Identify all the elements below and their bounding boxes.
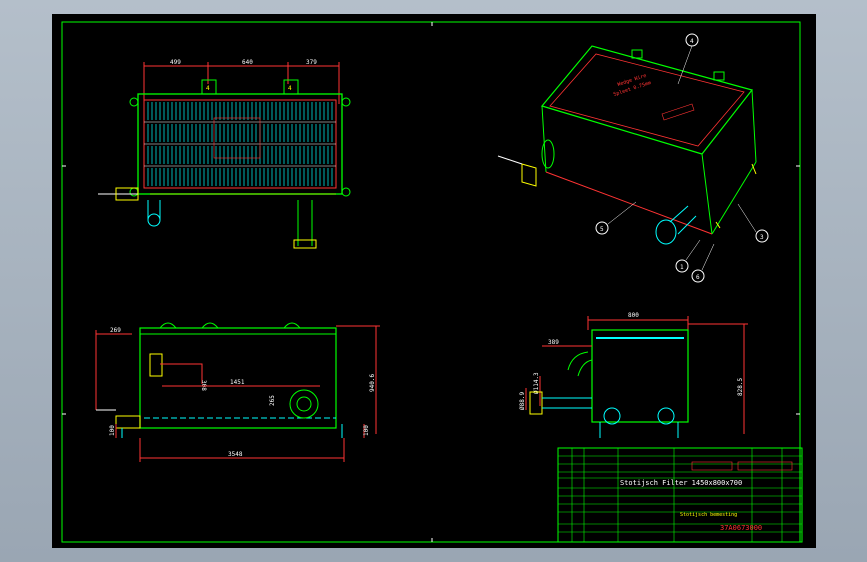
plan-label-b: 4 [288, 85, 292, 92]
front-dim-small: 265 [269, 395, 276, 406]
front-dim-overall-height: 940.6 [369, 374, 376, 392]
plan-dim-mid: 640 [242, 59, 253, 66]
iso-view: Wedge Wire Spleet 0.75mm 4 5 1 6 3 [497, 33, 769, 283]
cad-canvas: 499 640 379 4 4 Wedge Wire Spleet 0.75mm… [61, 21, 803, 543]
side-dim-left: 389 [548, 339, 559, 346]
title-block: Stotijsch Filter 1450x800x700 Stotijsch … [557, 447, 803, 543]
side-dim-top: 800 [628, 312, 639, 319]
iso-balloon-text-1: 4 [690, 38, 694, 45]
plan-label-a: 4 [206, 85, 210, 92]
iso-balloon-text-3: 1 [680, 264, 684, 271]
drawing-sheet: 499 640 379 4 4 Wedge Wire Spleet 0.75mm… [52, 14, 816, 548]
title-text: Stotijsch Filter 1450x800x700 [620, 479, 742, 487]
front-dim-leg-right: 100 [363, 425, 370, 436]
iso-balloon-text-5: 3 [760, 234, 764, 241]
front-dim-leg-left: 100 [109, 425, 116, 436]
iso-balloon-text-4: 6 [696, 274, 700, 281]
side-dim-pipe: Ø88.9 [519, 392, 526, 410]
front-dim-overall-width: 3548 [228, 451, 243, 458]
company-text: Stotijsch bemesting [680, 512, 737, 518]
drawing-number: 37A0673000 [720, 524, 762, 532]
iso-balloon-text-2: 5 [600, 226, 604, 233]
plan-dim-right: 379 [306, 59, 317, 66]
front-dim-top-left: 269 [110, 327, 121, 334]
side-view: 800 389 Ø114.3 Ø88.9 828.5 [519, 312, 748, 438]
side-dim-height: 828.5 [737, 378, 744, 396]
plan-view: 499 640 379 4 4 [98, 59, 351, 249]
plan-dim-left: 499 [170, 59, 181, 66]
front-view: 269 308 1451 265 940.6 100 100 3548 [95, 322, 380, 462]
side-dim-flange: Ø114.3 [533, 372, 540, 394]
front-dim-width-inner: 1451 [230, 379, 245, 386]
